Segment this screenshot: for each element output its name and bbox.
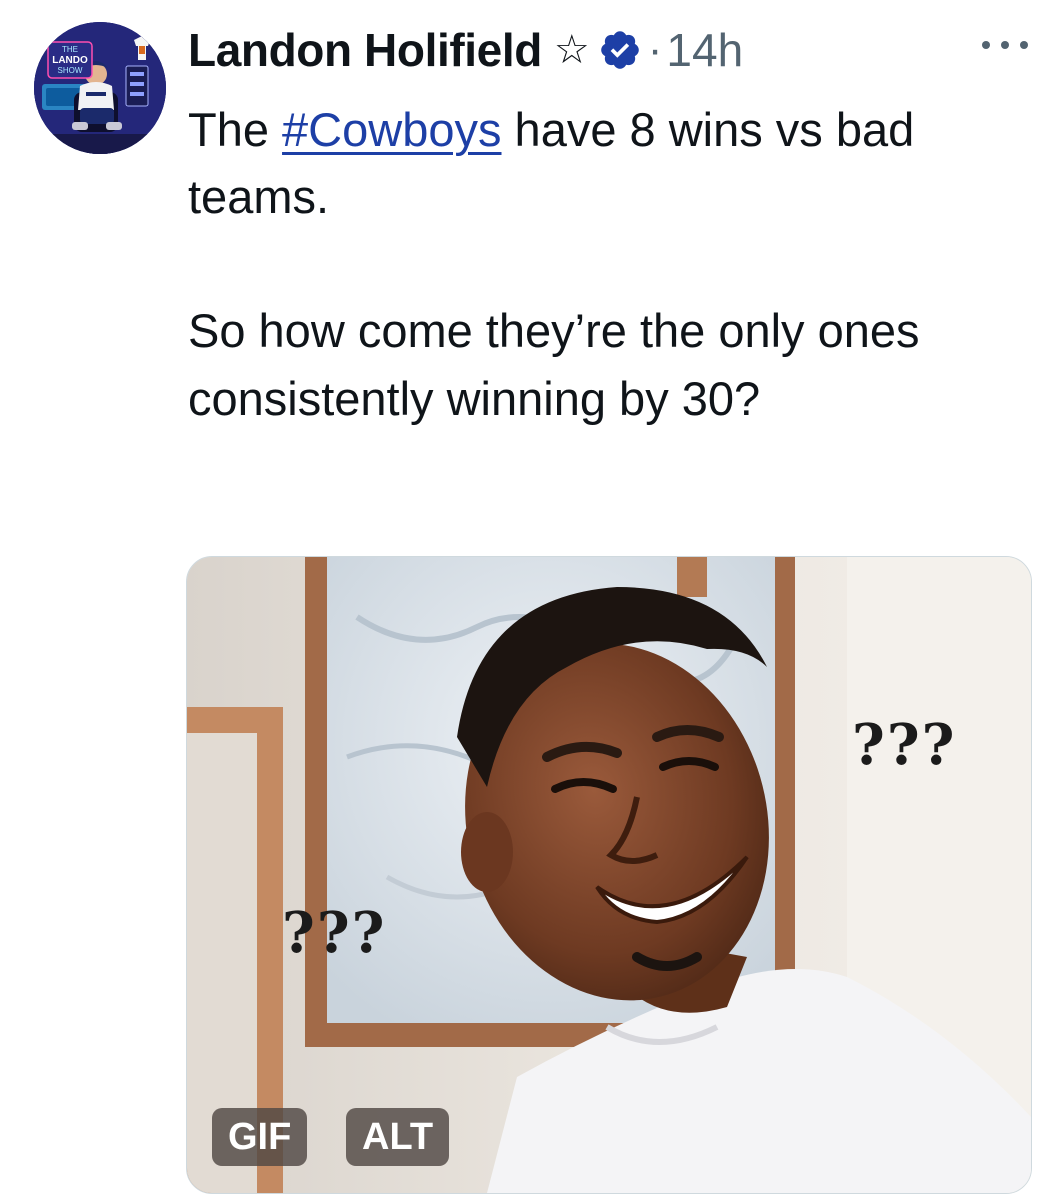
hashtag-link[interactable]: #Cowboys (282, 103, 501, 156)
tweet-text-prefix: The (188, 103, 283, 156)
gif-frame-illustration (187, 557, 1031, 1193)
more-options-icon[interactable] (982, 30, 1028, 60)
author-avatar[interactable]: THE LANDO SHOW (34, 22, 166, 154)
avatar-sign-line1: THE (62, 45, 78, 54)
header-separator: · (647, 25, 663, 74)
avatar-illustration: THE LANDO SHOW (34, 22, 166, 154)
tweet-paragraph-1: The #Cowboys have 8 wins vs bad teams. (188, 96, 1008, 230)
tweet-media-gif[interactable] (186, 556, 1032, 1194)
star-icon: ☆ (553, 27, 590, 73)
tweet-text: The #Cowboys have 8 wins vs bad teams. S… (188, 96, 1008, 432)
more-dot (982, 41, 990, 49)
tweet-header: Landon Holifield ☆ · 14h (188, 18, 743, 82)
more-dot (1001, 41, 1009, 49)
alt-text-button[interactable]: ALT (346, 1108, 450, 1166)
avatar-sign-line3: SHOW (58, 66, 83, 75)
question-marks-right: ??? (852, 712, 957, 778)
tweet-paragraph-2: So how come they’re the only ones consis… (188, 304, 920, 425)
more-dot (1020, 41, 1028, 49)
author-name[interactable]: Landon Holifield (188, 23, 542, 77)
tweet-timestamp[interactable]: 14h (666, 23, 743, 77)
question-marks-left: ??? (282, 900, 387, 966)
gif-badge: GIF (212, 1108, 308, 1166)
avatar-sign-line2: LANDO (52, 55, 88, 66)
verified-badge-icon[interactable] (598, 28, 642, 72)
